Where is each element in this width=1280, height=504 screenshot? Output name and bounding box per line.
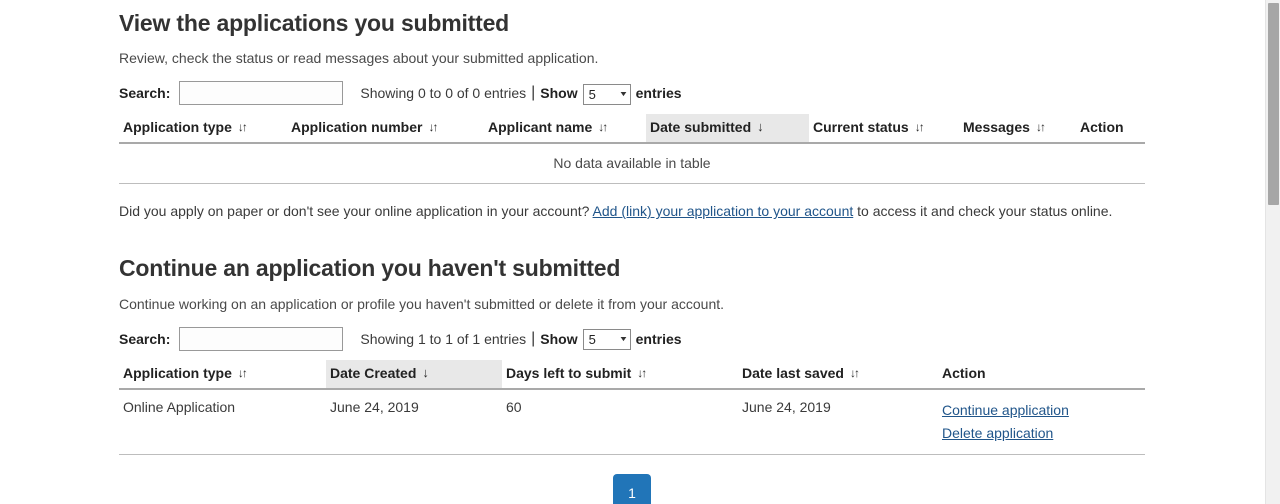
column-header-label: Application number	[291, 119, 423, 136]
table-row-empty: No data available in table	[119, 143, 1145, 185]
column-header-date-submitted[interactable]: Date submitted ↓	[646, 114, 809, 145]
sort-both-icon: ↓↑	[849, 365, 860, 380]
applications-page: View the applications you submitted Revi…	[0, 0, 1280, 504]
continue-application-link[interactable]: Continue application	[942, 399, 1145, 422]
column-header-application-type[interactable]: Application type ↓↑	[119, 359, 326, 390]
column-header-label: Date last saved	[742, 364, 844, 381]
submitted-entries-label: entries	[635, 85, 682, 102]
column-header-label: Date Created	[330, 364, 417, 381]
column-header-label: Current status	[813, 119, 909, 136]
column-header-application-number[interactable]: Application number ↓↑	[287, 114, 484, 145]
submitted-table-body: No data available in table	[119, 143, 1145, 185]
draft-search-input[interactable]	[179, 326, 344, 351]
submitted-applications-table: Application type ↓↑ Application number ↓↑ …	[119, 114, 1145, 185]
draft-page-length-value: 5	[588, 332, 596, 348]
submitted-section-title: View the applications you submitted	[119, 10, 510, 36]
submitted-search-label: Search:	[119, 85, 171, 102]
column-header-label: Action	[942, 364, 986, 381]
sort-both-icon: ↓↑	[1035, 120, 1046, 135]
column-header-label: Application type	[123, 119, 232, 136]
add-application-link[interactable]: Add (link) your application to your acco…	[593, 203, 854, 219]
delete-application-link[interactable]: Delete application	[942, 422, 1145, 445]
cell-date-last-saved: June 24, 2019	[738, 388, 938, 456]
draft-show-label: Show	[540, 330, 578, 347]
sort-both-icon: ↓↑	[637, 365, 647, 380]
scrollbar-thumb[interactable]	[1268, 3, 1279, 205]
column-header-action: Action	[938, 359, 1145, 390]
draft-section-title: Continue an application you haven't subm…	[119, 254, 621, 281]
column-header-messages[interactable]: Messages ↓↑	[959, 114, 1076, 145]
paper-note-text-before: Did you apply on paper or don't see your…	[119, 203, 590, 220]
column-header-label: Date submitted	[650, 119, 752, 136]
column-header-current-status[interactable]: Current status ↓↑	[809, 114, 959, 145]
draft-controls-separator: |	[531, 329, 536, 347]
column-header-application-type[interactable]: Application type ↓↑	[119, 114, 287, 145]
draft-table-head: Application type ↓↑ Date Created ↓ Days le…	[119, 359, 1145, 390]
column-header-date-created[interactable]: Date Created ↓	[326, 359, 502, 390]
submitted-search-input[interactable]	[179, 81, 344, 106]
column-header-label: Messages	[963, 119, 1030, 136]
submitted-table-header-row: Application type ↓↑ Application number ↓↑ …	[119, 114, 1145, 145]
draft-entries-label: entries	[635, 330, 682, 347]
sort-descending-icon: ↓	[422, 364, 429, 380]
submitted-page-length-value: 5	[588, 86, 596, 102]
submitted-showing-info: Showing 0 to 0 of 0 entries	[360, 85, 527, 102]
sort-both-icon: ↓↑	[428, 120, 438, 135]
column-header-label: Application type	[123, 364, 232, 381]
column-header-label: Applicant name	[488, 119, 593, 136]
submitted-controls-separator: |	[531, 84, 536, 102]
draft-search-label: Search:	[119, 330, 171, 347]
submitted-table-head: Application type ↓↑ Application number ↓↑ …	[119, 114, 1145, 145]
draft-applications-table: Application type ↓↑ Date Created ↓ Days le…	[119, 359, 1145, 456]
column-header-applicant-name[interactable]: Applicant name ↓↑	[484, 114, 646, 145]
sort-both-icon: ↓↑	[237, 120, 248, 135]
submitted-show-label: Show	[540, 85, 578, 102]
column-header-label: Days left to submit	[506, 364, 632, 381]
cell-application-type: Online Application	[119, 388, 326, 456]
draft-table-body: Online Application June 24, 2019 60 June…	[119, 388, 1145, 456]
cell-days-left: 60	[502, 388, 738, 456]
sort-both-icon: ↓↑	[598, 120, 608, 135]
draft-table-header-row: Application type ↓↑ Date Created ↓ Days le…	[119, 359, 1145, 390]
chevron-down-icon: ▼	[618, 336, 629, 344]
chevron-down-icon: ▼	[618, 90, 629, 98]
submitted-section-description: Review, check the status or read message…	[119, 50, 599, 67]
sort-both-icon: ↓↑	[914, 120, 925, 135]
submitted-applications-section: View the applications you submitted Revi…	[119, 10, 1145, 220]
sort-both-icon: ↓↑	[237, 365, 248, 380]
cell-actions: Continue application Delete application	[938, 388, 1145, 456]
paper-note-text-after: to access it and check your status onlin…	[857, 203, 1113, 220]
pagination-page-1-button[interactable]: 1	[613, 474, 651, 504]
draft-table-controls: Search: Showing 1 to 1 of 1 entries | Sh…	[119, 326, 1145, 351]
draft-section-description: Continue working on an application or pr…	[119, 296, 725, 313]
table-row: Online Application June 24, 2019 60 June…	[119, 388, 1145, 456]
pagination: 1	[119, 474, 1145, 504]
page-content: View the applications you submitted Revi…	[119, 0, 1145, 504]
draft-applications-section: Continue an application you haven't subm…	[119, 254, 1145, 504]
column-header-days-left[interactable]: Days left to submit ↓↑	[502, 359, 738, 390]
column-header-date-last-saved[interactable]: Date last saved ↓↑	[738, 359, 938, 390]
vertical-scrollbar[interactable]	[1265, 0, 1280, 504]
submitted-page-length-select[interactable]: 5 ▼	[582, 83, 631, 105]
draft-page-length-select[interactable]: 5 ▼	[582, 329, 631, 351]
sort-descending-icon: ↓	[757, 119, 764, 135]
column-header-action: Action	[1076, 114, 1145, 145]
draft-showing-info: Showing 1 to 1 of 1 entries	[360, 330, 527, 347]
submitted-table-controls: Search: Showing 0 to 0 of 0 entries | Sh…	[119, 81, 1145, 106]
paper-application-note: Did you apply on paper or don't see your…	[119, 203, 1145, 220]
submitted-empty-message: No data available in table	[119, 143, 1145, 185]
column-header-label: Action	[1080, 119, 1124, 136]
cell-date-created: June 24, 2019	[326, 388, 502, 456]
